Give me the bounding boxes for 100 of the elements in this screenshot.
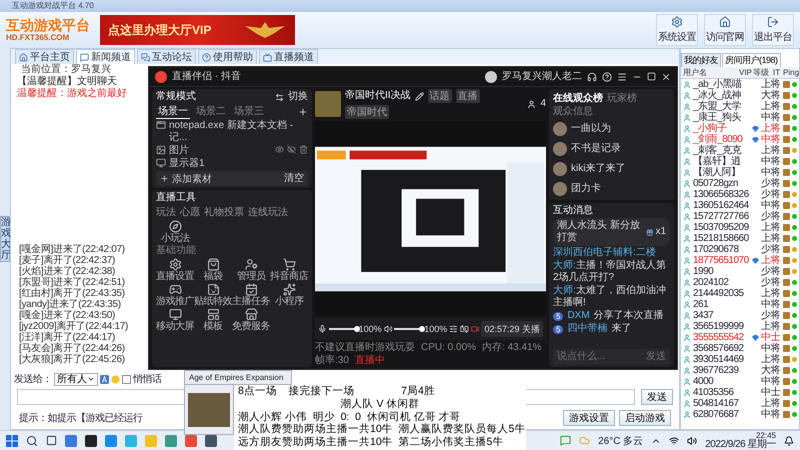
chat-log-line: [东盟哥]进来了(22:42:51) — [18, 277, 125, 288]
audience-header: 观众信息 — [553, 106, 594, 118]
user-rank: 少将 — [761, 310, 781, 321]
viewer-name: kiki来了来了 — [571, 162, 626, 174]
column-header: IT — [773, 68, 781, 77]
whisper-label: 悄悄话 — [133, 372, 162, 386]
speaker-reading: 100% — [424, 323, 448, 335]
user-name: 050728gzn — [693, 178, 739, 189]
level-badge: 5 — [553, 324, 564, 334]
user-rank: 中将 — [761, 134, 781, 145]
user-name: 504814167 — [693, 398, 740, 409]
user-name: _冰火_战神 — [693, 90, 742, 101]
user-name: _刺客_克克 — [693, 145, 742, 156]
user-name: 41035356 — [693, 387, 734, 398]
column-header: 用户名 — [683, 67, 708, 78]
user-rank: 大将 — [761, 365, 781, 376]
user-name: _康王_狗头 — [693, 112, 742, 123]
user-rank: 少将 — [761, 244, 781, 255]
category-tag: 帝国时代 — [345, 105, 389, 119]
logo-title: 互动游戏平台 — [6, 17, 91, 33]
user-name: 261 — [693, 299, 710, 310]
tag: 话题 — [428, 89, 452, 103]
stat-text: 内存: 43.41% — [482, 342, 542, 354]
user-rank: 大将 — [761, 90, 781, 101]
section-title: 基础功能 — [156, 245, 197, 257]
user-rank: 上将 — [761, 145, 781, 156]
user-rank: 上将 — [761, 288, 781, 299]
notepad-line: 潮人队 V 休闲群 — [340, 398, 420, 411]
viewer-name: 一曲以为 — [571, 122, 611, 134]
user-rank: 少将 — [761, 211, 781, 222]
notepad-line: 潮人队费赞助两场主播一共10牛 潮人赢队费奖队员每人5牛 — [238, 423, 526, 436]
chat-log-line: [麦子]离开了(22:42:37) — [18, 255, 116, 266]
notice-text: 温馨提醒：游戏之前最好 — [16, 88, 127, 100]
column-header: 等级 — [753, 67, 770, 78]
chat-message: 大师:主播！帝国对战人第2场几点开打? — [553, 260, 667, 284]
user-rank: 上将 — [761, 101, 781, 112]
user-rank: 中将 — [761, 376, 781, 387]
user-name: _ab_小黑喵 — [693, 79, 743, 90]
user-rank: 上将 — [761, 233, 781, 244]
column-header: Ping — [783, 68, 797, 77]
user-name: 【潮人阿】 — [693, 167, 742, 178]
user-rank: 上将 — [761, 79, 781, 90]
user-rank: 上将 — [761, 398, 781, 409]
user-name: 15218158660 — [693, 233, 750, 244]
clear-link: 清空 — [284, 172, 304, 184]
user-name: 15727727766 — [693, 211, 750, 222]
user-name: 18775651070 — [693, 255, 750, 266]
stat-text: 帧率:30 — [315, 355, 349, 367]
user-rank: 中将 — [761, 200, 781, 211]
user-rank: 少将 — [761, 277, 781, 288]
user-rank: 少将 — [761, 266, 781, 277]
tag: 直播 — [456, 89, 480, 103]
mic-reading: 100% — [358, 323, 382, 335]
banner-text: 点这里办理大厅VIP — [108, 22, 212, 38]
user-name: _剑雨_8090 — [693, 134, 744, 145]
user-rank: 上将 — [761, 255, 781, 266]
chat-user: DXM — [567, 310, 590, 322]
chat-message: 大师:太难了，西伯加油冲主播啊! — [553, 285, 667, 309]
stat-text: CPU: 0.00% — [421, 342, 476, 354]
user-name: 628076687 — [693, 409, 740, 420]
user-name: 3568576692 — [693, 343, 745, 354]
tools-title: 直播工具 — [156, 192, 197, 204]
user-name: 3930514469 — [693, 354, 745, 365]
user-rank: 中将 — [761, 299, 781, 310]
chat-log-line: [嘎金]进来了(22:43:50) — [18, 310, 116, 321]
user-name: 3565199999 — [693, 321, 745, 332]
user-rank: 上将 — [761, 321, 781, 332]
user-rank: 中将 — [761, 156, 781, 167]
chat-log-line: [jyz2009]离开了(22:44:17) — [18, 321, 128, 332]
user-name: 2024102 — [693, 277, 730, 288]
user-name: _小狗子 — [693, 123, 728, 134]
gift-count: x1 — [655, 226, 666, 238]
user-name: 罗马复兴潮人老二 — [502, 70, 582, 82]
user-name: 3555555542 — [693, 332, 745, 343]
user-name: 4000 — [693, 376, 714, 387]
user-name: 【嘉轩】逍 — [693, 156, 742, 167]
chat-message: 深圳西伯电子辅料:二楼 — [553, 247, 657, 259]
mode-label: 常规模式 — [156, 91, 196, 103]
notice-text: 【温馨提醒】文明聊天 — [16, 76, 117, 88]
preview-title: Age of Empires Expansion — [184, 370, 292, 385]
gift-text: 潮人水流头 新分放打赏 — [557, 220, 641, 244]
user-name: 3437 — [693, 310, 714, 321]
viewer-name: 不书是记录 — [571, 142, 621, 154]
user-name: 15037095209 — [693, 222, 750, 233]
chat-log-line: [火焰]进来了(22:42:38) — [18, 266, 116, 277]
window-title: 互动游戏对战平台 4.70 — [0, 0, 800, 12]
user-name: 13605162464 — [693, 200, 750, 211]
user-rank: 中士 — [761, 332, 781, 343]
user-rank: 中士 — [761, 387, 781, 398]
user-name: 2144492035 — [693, 288, 745, 299]
hint-text: 提示：如提示【游戏已经运行 — [19, 412, 142, 425]
breadcrumb: 当前位置：罗马复兴 — [20, 64, 111, 76]
chat-user: 四中带楠 — [567, 323, 608, 335]
chat-log-line: [红由村]离开了(22:43:35) — [18, 288, 125, 299]
chat-log-line: [嘎金网]进来了(22:42:07) — [18, 244, 125, 255]
user-name: 1990 — [693, 266, 714, 277]
user-rank: 中将 — [761, 409, 781, 420]
user-name: 13066568326 — [693, 189, 750, 200]
user-rank: 中将 — [761, 343, 781, 354]
user-name: 396776239 — [693, 365, 740, 376]
